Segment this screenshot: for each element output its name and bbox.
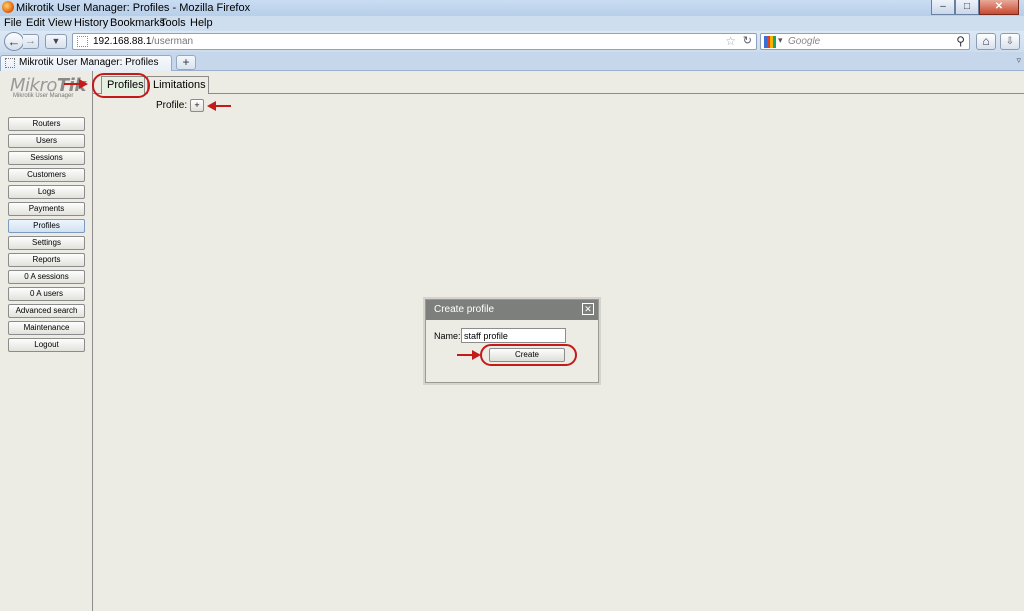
logo-subtitle: Mikrotik User Manager bbox=[13, 93, 74, 99]
url-bar[interactable]: 192.168.88.1/userman ☆ ↻ bbox=[72, 33, 757, 50]
url-text: 192.168.88.1/userman bbox=[93, 36, 194, 47]
sidebar-item-profiles[interactable]: Profiles bbox=[8, 219, 85, 233]
site-icon bbox=[77, 36, 88, 47]
annotation-arrow-create-button bbox=[457, 350, 481, 360]
sidebar-item-reports[interactable]: Reports bbox=[8, 253, 85, 267]
profile-name-input[interactable] bbox=[461, 328, 566, 343]
identity-button[interactable]: ▼ bbox=[45, 34, 67, 49]
sidebar-item-payments[interactable]: Payments bbox=[8, 202, 85, 216]
minimize-button[interactable]: – bbox=[931, 0, 955, 15]
sidebar-item-settings[interactable]: Settings bbox=[8, 236, 85, 250]
annotation-arrow-profiles-tab bbox=[64, 79, 88, 89]
dialog-header: Create profile ✕ bbox=[426, 300, 598, 320]
dialog-close-icon[interactable]: ✕ bbox=[582, 303, 594, 315]
menu-help[interactable]: Help bbox=[190, 17, 213, 29]
sidebar-item-users[interactable]: Users bbox=[8, 134, 85, 148]
tabs-underline bbox=[93, 93, 1024, 94]
navigation-bar: ← → ▼ 192.168.88.1/userman ☆ ↻ ▾ Google … bbox=[0, 31, 1024, 52]
firefox-logo-icon bbox=[2, 1, 14, 13]
sidebar: MikroTik Mikrotik User Manager Routers U… bbox=[0, 71, 93, 611]
highlight-oval-create-button bbox=[480, 344, 577, 366]
menu-history[interactable]: History bbox=[74, 17, 108, 29]
sidebar-item-sessions[interactable]: Sessions bbox=[8, 151, 85, 165]
bookmark-star-icon[interactable]: ☆ bbox=[725, 34, 736, 48]
back-button[interactable]: ← bbox=[4, 32, 24, 51]
window-controls: – □ ✕ bbox=[931, 0, 1019, 15]
page-content: MikroTik Mikrotik User Manager Routers U… bbox=[0, 71, 1024, 611]
sidebar-item-advanced-search[interactable]: Advanced search bbox=[8, 304, 85, 318]
search-icon[interactable]: ⚲ bbox=[956, 34, 965, 48]
menu-edit[interactable]: Edit bbox=[26, 17, 45, 29]
highlight-oval-profiles-tab bbox=[92, 73, 150, 98]
new-tab-button[interactable]: + bbox=[176, 55, 196, 70]
menu-tools[interactable]: Tools bbox=[160, 17, 186, 29]
tab-limitations[interactable]: Limitations bbox=[147, 76, 209, 94]
name-label: Name: bbox=[434, 331, 461, 341]
menu-bookmarks[interactable]: Bookmarks bbox=[110, 17, 165, 29]
menu-file[interactable]: File bbox=[4, 17, 22, 29]
menu-bar: File Edit View History Bookmarks Tools H… bbox=[0, 16, 1024, 31]
sidebar-item-active-sessions[interactable]: 0 A sessions bbox=[8, 270, 85, 284]
profile-label: Profile: bbox=[156, 100, 188, 111]
browser-tab[interactable]: Mikrotik User Manager: Profiles bbox=[0, 55, 172, 71]
search-bar[interactable]: ▾ Google ⚲ bbox=[760, 33, 970, 50]
home-button[interactable]: ⌂ bbox=[976, 33, 996, 50]
sidebar-item-logout[interactable]: Logout bbox=[8, 338, 85, 352]
reload-icon[interactable]: ↻ bbox=[743, 34, 752, 47]
dialog-title: Create profile bbox=[434, 304, 495, 315]
sidebar-item-logs[interactable]: Logs bbox=[8, 185, 85, 199]
sidebar-item-active-users[interactable]: 0 A users bbox=[8, 287, 85, 301]
google-icon[interactable] bbox=[764, 36, 776, 48]
forward-button[interactable]: → bbox=[23, 34, 39, 49]
sidebar-item-maintenance[interactable]: Maintenance bbox=[8, 321, 85, 335]
maximize-button[interactable]: □ bbox=[955, 0, 979, 15]
tab-list-icon[interactable]: ▿ bbox=[1016, 55, 1021, 66]
browser-tab-title: Mikrotik User Manager: Profiles bbox=[19, 57, 159, 68]
annotation-arrow-add-profile bbox=[207, 101, 231, 111]
sidebar-item-routers[interactable]: Routers bbox=[8, 117, 85, 131]
search-engine-dropdown-icon[interactable]: ▾ bbox=[778, 35, 783, 46]
browser-tab-strip: Mikrotik User Manager: Profiles + ▿ bbox=[0, 52, 1024, 71]
search-engine-placeholder: Google bbox=[788, 36, 821, 47]
add-profile-button[interactable]: + bbox=[190, 99, 204, 112]
sidebar-item-customers[interactable]: Customers bbox=[8, 168, 85, 182]
tab-favicon-icon bbox=[5, 58, 15, 68]
menu-view[interactable]: View bbox=[48, 17, 72, 29]
window-titlebar: Mikrotik User Manager: Profiles - Mozill… bbox=[0, 0, 1024, 16]
window-title: Mikrotik User Manager: Profiles - Mozill… bbox=[16, 2, 251, 14]
close-window-button[interactable]: ✕ bbox=[979, 0, 1019, 15]
create-profile-dialog: Create profile ✕ Name: Create bbox=[425, 299, 599, 383]
downloads-button[interactable]: ⇩ bbox=[1000, 33, 1020, 50]
